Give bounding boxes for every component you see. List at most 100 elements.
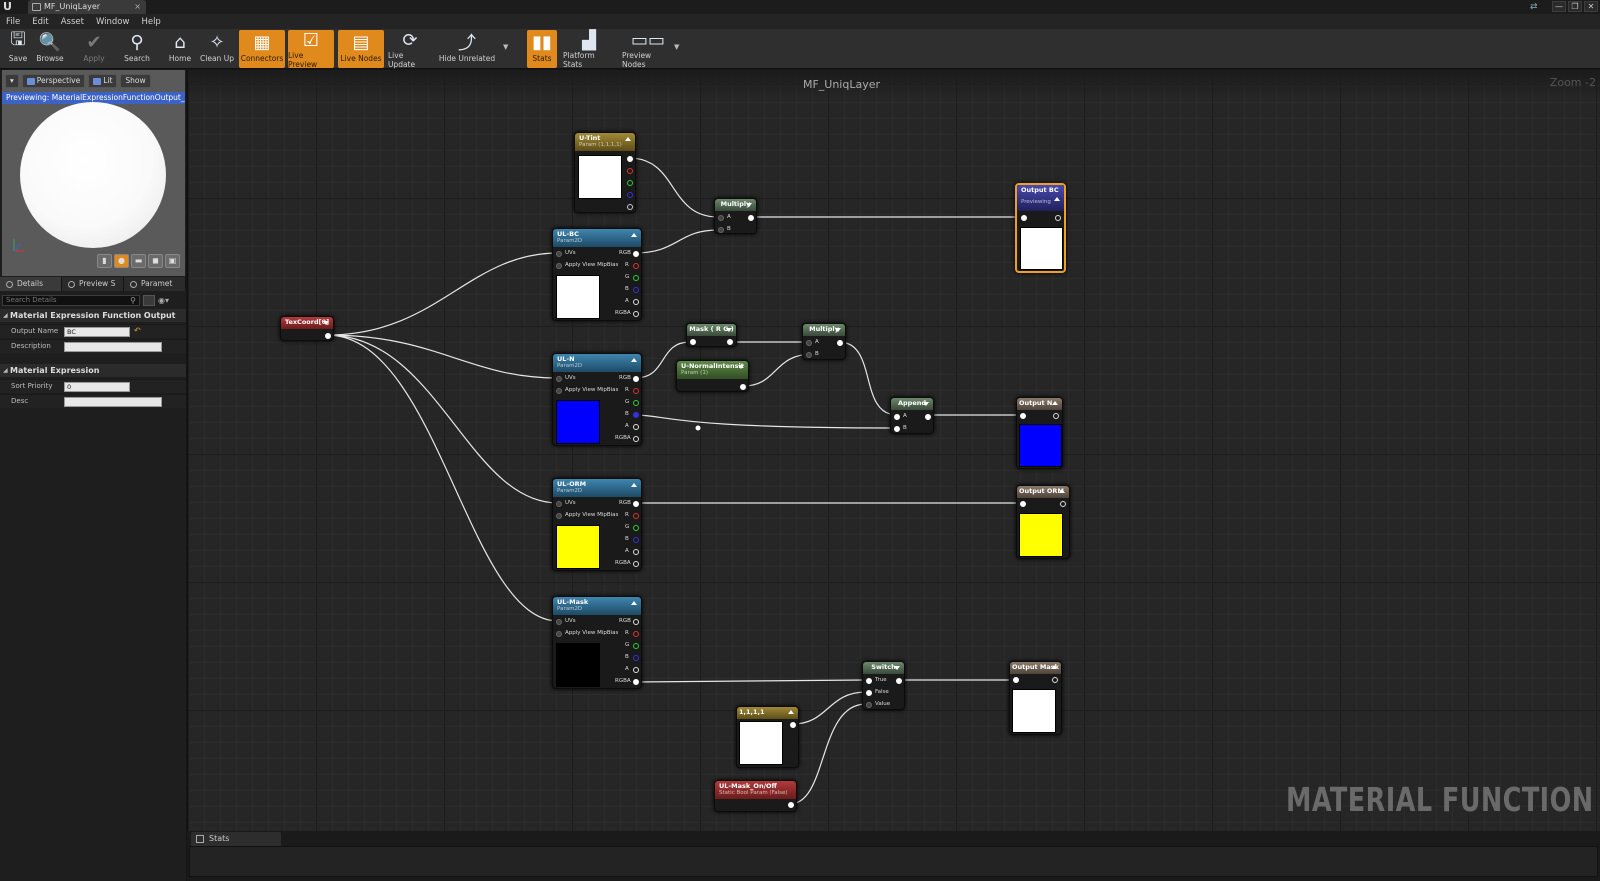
close-tab-icon[interactable]: × <box>134 0 141 14</box>
texcoord-output-pin[interactable] <box>325 333 331 339</box>
output-orm-output-pin[interactable] <box>1060 501 1066 507</box>
ul-mask-on-off-output-pin[interactable] <box>788 802 794 808</box>
ul-n-node[interactable]: UL-N Param2D UVs Apply View MipBias RGB R… <box>552 353 642 446</box>
collapse-icon[interactable] <box>631 358 637 362</box>
ul-n-a-pin[interactable] <box>633 424 639 430</box>
switch-false-pin[interactable] <box>866 690 872 696</box>
collapse-icon[interactable] <box>1059 489 1065 493</box>
output-bc-output-pin[interactable] <box>1055 215 1061 221</box>
live-preview-button[interactable]: ☑ Live Preview <box>288 30 334 69</box>
normal-intensity-output-pin[interactable] <box>740 384 746 390</box>
browse-button[interactable]: 🔍 Browse <box>34 30 66 68</box>
reset-to-default-icon[interactable]: ↶ <box>134 326 141 335</box>
tab-details[interactable]: Details <box>0 277 62 291</box>
append-a-pin[interactable] <box>894 414 900 420</box>
home-button[interactable]: ⌂ Home <box>166 30 194 68</box>
collapse-icon[interactable] <box>923 402 929 406</box>
ul-bc-rgba-pin[interactable] <box>633 311 639 317</box>
search-button[interactable]: ⚲ Search <box>122 30 152 68</box>
append-output-pin[interactable] <box>925 414 931 420</box>
output-n-output-pin[interactable] <box>1053 413 1059 419</box>
plane-preview-icon[interactable]: ▬ <box>131 254 146 268</box>
source-control-icon[interactable]: ⇄ <box>1530 2 1540 12</box>
ul-mask-g-pin[interactable] <box>633 643 639 649</box>
output-bc-input-pin[interactable] <box>1021 215 1027 221</box>
ul-mask-rgb-pin[interactable] <box>633 619 639 625</box>
collapse-icon[interactable] <box>746 203 752 207</box>
append-node[interactable]: Append A B <box>890 397 934 434</box>
perspective-button[interactable]: Perspective <box>21 74 86 88</box>
teapot-preview-icon[interactable]: ▣ <box>165 254 180 268</box>
ul-bc-node[interactable]: UL-BC Param2D UVs Apply View MipBias RGB … <box>552 228 642 321</box>
preview-nodes-dropdown-icon[interactable]: ▼ <box>674 43 679 51</box>
stats-button[interactable]: ▮▮ Stats <box>527 30 557 68</box>
lit-button[interactable]: Lit <box>88 74 118 88</box>
ul-mask-mipbias-pin[interactable] <box>556 631 562 637</box>
close-window-button[interactable]: ✕ <box>1584 1 1598 12</box>
connectors-button[interactable]: ▦ Connectors <box>239 30 285 68</box>
menu-file[interactable]: File <box>6 17 20 27</box>
sphere-preview-icon[interactable]: ● <box>114 254 129 268</box>
output-n-input-pin[interactable] <box>1020 413 1026 419</box>
ul-bc-mipbias-pin[interactable] <box>556 263 562 269</box>
menu-window[interactable]: Window <box>96 17 130 27</box>
desc-input[interactable] <box>64 397 162 407</box>
u-tint-r-pin[interactable] <box>627 168 633 174</box>
constant-output-pin[interactable] <box>790 722 796 728</box>
cube-preview-icon[interactable]: ◼ <box>148 254 163 268</box>
collapse-icon[interactable] <box>323 321 329 325</box>
ul-bc-uvs-pin[interactable] <box>556 251 562 257</box>
mask-output-pin[interactable] <box>727 339 733 345</box>
switch-node[interactable]: Switch True False Value <box>862 661 905 710</box>
ul-mask-on-off-node[interactable]: UL-Mask_On/Off Static Bool Param (False) <box>714 780 797 812</box>
u-tint-a-pin[interactable] <box>627 204 633 210</box>
mask-rg-node[interactable]: Mask ( R G ) <box>686 323 737 347</box>
constant-node[interactable]: 1,1,1,1 <box>736 706 799 768</box>
ul-n-mipbias-pin[interactable] <box>556 388 562 394</box>
multiply-2-output-pin[interactable] <box>837 340 843 346</box>
switch-true-pin[interactable] <box>866 678 872 684</box>
viewport-options-button[interactable]: ▾ <box>5 74 19 88</box>
ul-orm-node[interactable]: UL-ORM Param2D UVs Apply View MipBias RGB… <box>552 478 642 571</box>
multiply-1-a-pin[interactable] <box>718 215 724 221</box>
material-graph-canvas[interactable]: MF_UniqLayer Zoom -2 MATERIAL FUNCTION T… <box>187 70 1600 831</box>
preview-viewport[interactable]: ▾ Perspective Lit Show Previewing: Mater… <box>2 70 185 276</box>
ul-bc-g-pin[interactable] <box>633 275 639 281</box>
category-material-expression[interactable]: ◢ Material Expression <box>0 364 186 377</box>
view-options-icon[interactable] <box>143 294 155 306</box>
category-function-output[interactable]: ◢ Material Expression Function Output <box>0 309 186 322</box>
ul-n-rgb-pin[interactable] <box>633 376 639 382</box>
preview-nodes-button[interactable]: ▭▭ Preview Nodes <box>622 30 674 69</box>
switch-output-pin[interactable] <box>896 678 902 684</box>
ul-n-g-pin[interactable] <box>633 400 639 406</box>
tab-parameters[interactable]: Paramet <box>124 277 186 291</box>
show-button[interactable]: Show <box>120 74 151 88</box>
platform-stats-button[interactable]: ▟ Platform Stats <box>563 30 615 69</box>
multiply-node-2[interactable]: Multiply A B <box>802 323 846 360</box>
output-n-node[interactable]: Output N <box>1016 397 1063 469</box>
ul-n-uvs-pin[interactable] <box>556 376 562 382</box>
collapse-icon[interactable] <box>631 483 637 487</box>
output-mask-input-pin[interactable] <box>1013 677 1019 683</box>
multiply-1-b-pin[interactable] <box>718 227 724 233</box>
collapse-icon[interactable] <box>1052 401 1058 405</box>
document-tab[interactable]: MF_UniqLayer × <box>28 0 146 14</box>
ul-bc-r-pin[interactable] <box>633 263 639 269</box>
description-input[interactable] <box>64 342 162 352</box>
output-name-input[interactable]: BC <box>64 327 130 337</box>
u-tint-node[interactable]: U-Tint Param (1,1,1,1) <box>574 132 636 213</box>
collapse-icon[interactable] <box>631 233 637 237</box>
maximize-button[interactable]: ❐ <box>1568 1 1582 12</box>
minimize-button[interactable]: — <box>1552 1 1566 12</box>
ul-mask-b-pin[interactable] <box>633 655 639 661</box>
output-bc-node[interactable]: Output BC Previewing <box>1015 183 1066 273</box>
search-details-input[interactable]: Search Details ⚲ <box>2 294 140 306</box>
multiply-node-1[interactable]: Multiply A B <box>714 198 757 234</box>
collapse-icon[interactable] <box>894 666 900 670</box>
texcoord-node[interactable]: TexCoord[0] <box>280 316 334 341</box>
u-tint-g-pin[interactable] <box>627 180 633 186</box>
switch-value-pin[interactable] <box>866 702 872 708</box>
multiply-1-output-pin[interactable] <box>748 215 754 221</box>
ul-mask-a-pin[interactable] <box>633 667 639 673</box>
multiply-2-b-pin[interactable] <box>806 352 812 358</box>
